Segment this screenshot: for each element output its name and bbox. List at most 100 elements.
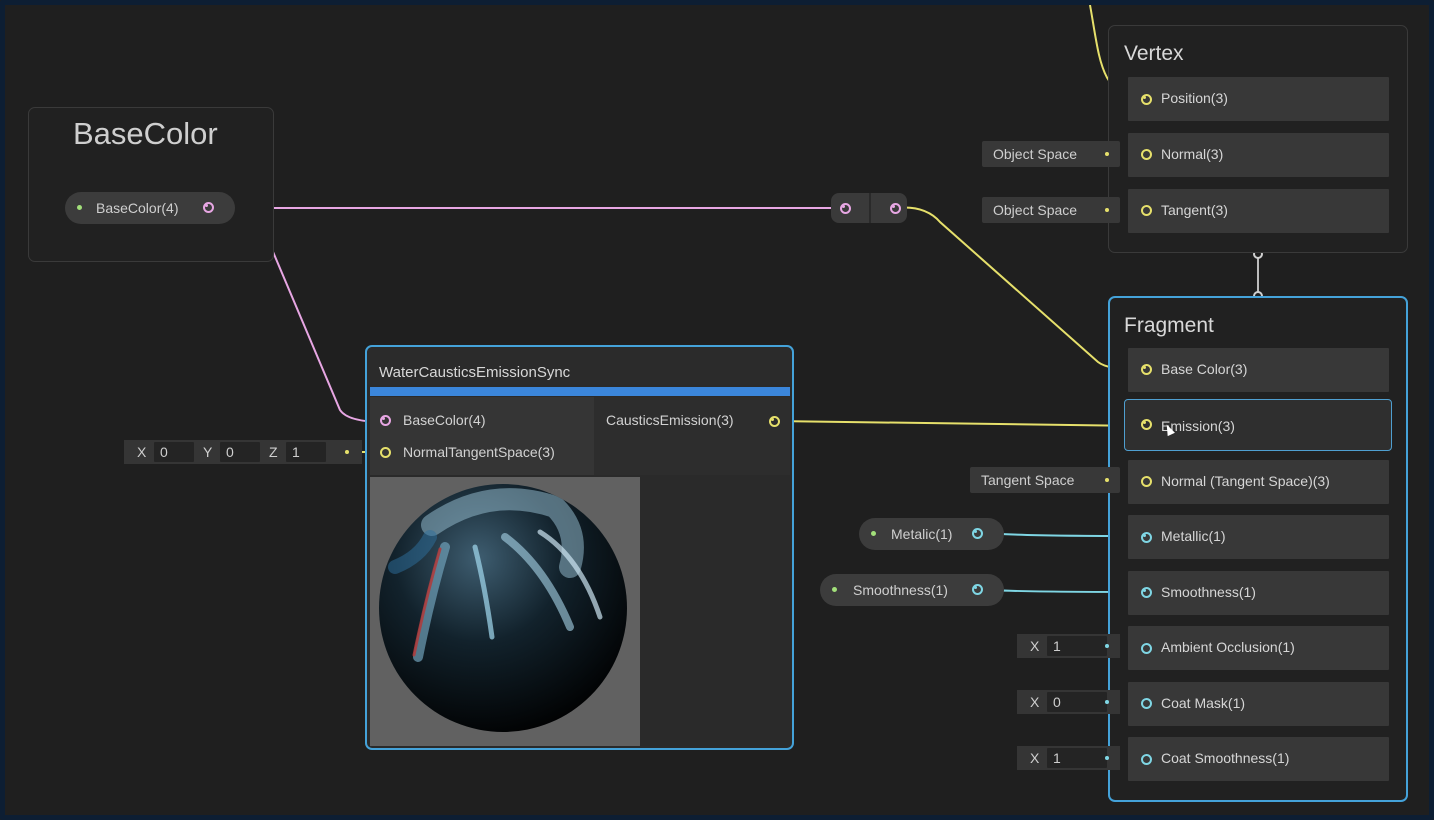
vertex-title: Vertex — [1124, 42, 1184, 65]
ao-value-box[interactable]: 1 — [1047, 636, 1107, 656]
smoothness-property-pill[interactable]: Smoothness(1) — [820, 574, 1004, 606]
vector-field-dot — [345, 450, 349, 454]
water-caustics-title: WaterCausticsEmissionSync — [379, 364, 571, 381]
metallic-property-label: Metalic(1) — [891, 526, 953, 542]
metallic-property-pill[interactable]: Metalic(1) — [859, 518, 1004, 550]
ao-port[interactable] — [1141, 643, 1152, 654]
coatmask-port[interactable] — [1141, 698, 1152, 709]
vector-y-box[interactable]: 0 — [220, 442, 260, 462]
fragment-normal-port[interactable] — [1141, 476, 1152, 487]
coatsmoothness-axis-label: X — [1030, 750, 1040, 766]
tangent-label: Tangent(3) — [1161, 202, 1228, 218]
basecolor-port[interactable] — [1141, 364, 1152, 375]
vector-x-value: 0 — [160, 444, 168, 460]
normal-tangent-space-dropdown[interactable]: Tangent Space — [970, 467, 1120, 493]
vector-x-box[interactable]: 0 — [154, 442, 194, 462]
fragment-slot-coatsmoothness[interactable]: Coat Smoothness(1) — [1128, 737, 1389, 781]
basecolor-input-dot — [77, 205, 82, 210]
normal-space-dot — [1105, 152, 1109, 156]
func-normal-port[interactable] — [380, 447, 391, 458]
ao-value-field[interactable]: X 1 — [1017, 634, 1120, 658]
basecolor-output-label: BaseColor(4) — [96, 200, 179, 216]
vector-y-value: 0 — [226, 444, 234, 460]
metallic-output-port[interactable] — [972, 528, 983, 539]
func-normal-vector-field[interactable]: X 0 Y 0 Z 1 — [124, 440, 362, 464]
tangent-port[interactable] — [1141, 205, 1152, 216]
func-basecolor-port[interactable] — [380, 415, 391, 426]
func-caustics-output-label: CausticsEmission(3) — [606, 412, 734, 428]
basecolor-slot-label: Base Color(3) — [1161, 361, 1248, 377]
ao-axis-label: X — [1030, 638, 1040, 654]
fragment-slot-ao[interactable]: Ambient Occlusion(1) — [1128, 626, 1389, 670]
water-caustics-node[interactable]: WaterCausticsEmissionSync BaseColor(4) N… — [365, 345, 794, 750]
fragment-slot-smoothness[interactable]: Smoothness(1) — [1128, 571, 1389, 615]
fragment-slot-metallic[interactable]: Metallic(1) — [1128, 515, 1389, 559]
coatsmoothness-field-dot — [1105, 756, 1109, 760]
smoothness-output-port[interactable] — [972, 584, 983, 595]
coatsmoothness-label: Coat Smoothness(1) — [1161, 750, 1290, 766]
metallic-port[interactable] — [1141, 532, 1152, 543]
water-caustics-inputs: BaseColor(4) NormalTangentSpace(3) — [370, 397, 594, 475]
tangent-space-label: Object Space — [993, 202, 1078, 218]
water-caustics-color-bar — [370, 387, 790, 396]
vertex-context[interactable]: Vertex Position(3) Normal(3) Tangent(3) — [1108, 25, 1408, 253]
normal-space-dropdown[interactable]: Object Space — [982, 141, 1120, 167]
vector-z-label: Z — [269, 444, 278, 460]
coatsmoothness-port[interactable] — [1141, 754, 1152, 765]
basecolor-node-title: BaseColor — [73, 116, 218, 151]
basecolor-property-node[interactable]: BaseColor — [28, 107, 274, 262]
func-normal-label: NormalTangentSpace(3) — [403, 444, 555, 460]
smoothness-port[interactable] — [1141, 587, 1152, 598]
wire-reroute-basecolor — [895, 206, 1144, 371]
smoothness-slot-label: Smoothness(1) — [1161, 584, 1256, 600]
fragment-context[interactable]: Fragment Base Color(3) Emission(3) Norma… — [1108, 296, 1408, 802]
fragment-normal-label: Normal (Tangent Space)(3) — [1161, 473, 1330, 489]
fragment-slot-coatmask[interactable]: Coat Mask(1) — [1128, 682, 1389, 726]
tangent-space-dropdown-label: Tangent Space — [981, 472, 1075, 488]
coatsmoothness-value-field[interactable]: X 1 — [1017, 746, 1120, 770]
func-basecolor-label: BaseColor(4) — [403, 412, 486, 428]
basecolor-output-port[interactable] — [203, 202, 214, 213]
smoothness-input-dot — [832, 587, 837, 592]
ao-field-dot — [1105, 644, 1109, 648]
position-port[interactable] — [1141, 94, 1152, 105]
fragment-title: Fragment — [1124, 314, 1214, 337]
smoothness-property-label: Smoothness(1) — [853, 582, 948, 598]
coatmask-field-dot — [1105, 700, 1109, 704]
coatmask-value: 0 — [1053, 694, 1061, 710]
tangent-space-dropdown[interactable]: Object Space — [982, 197, 1120, 223]
vector-z-value: 1 — [292, 444, 300, 460]
vertex-slot-position[interactable]: Position(3) — [1128, 77, 1389, 121]
reroute-divider — [869, 193, 871, 223]
vertex-slot-tangent[interactable]: Tangent(3) — [1128, 189, 1389, 233]
emission-port[interactable] — [1141, 419, 1152, 430]
fragment-slot-emission[interactable]: Emission(3) — [1124, 399, 1392, 451]
coatmask-label: Coat Mask(1) — [1161, 695, 1246, 711]
coatsmoothness-value-box[interactable]: 1 — [1047, 748, 1107, 768]
normal-label: Normal(3) — [1161, 146, 1224, 162]
vertex-slot-normal[interactable]: Normal(3) — [1128, 133, 1389, 177]
position-label: Position(3) — [1161, 90, 1228, 106]
fragment-slot-basecolor[interactable]: Base Color(3) — [1128, 348, 1389, 392]
reroute-output-port[interactable] — [890, 203, 901, 214]
metallic-slot-label: Metallic(1) — [1161, 528, 1226, 544]
normal-space-label: Object Space — [993, 146, 1078, 162]
coatmask-value-box[interactable]: 0 — [1047, 692, 1107, 712]
coatmask-axis-label: X — [1030, 694, 1040, 710]
vector-z-box[interactable]: 1 — [286, 442, 326, 462]
basecolor-output-pill[interactable]: BaseColor(4) — [65, 192, 235, 224]
reroute-node[interactable] — [831, 193, 907, 223]
reroute-input-port[interactable] — [840, 203, 851, 214]
vector-x-label: X — [137, 444, 147, 460]
func-caustics-output-port[interactable] — [769, 416, 780, 427]
metallic-input-dot — [871, 531, 876, 536]
ao-value: 1 — [1053, 638, 1061, 654]
water-caustics-header[interactable]: WaterCausticsEmissionSync — [367, 347, 791, 385]
fragment-slot-normal[interactable]: Normal (Tangent Space)(3) — [1128, 460, 1389, 504]
ao-label: Ambient Occlusion(1) — [1161, 639, 1295, 655]
normal-port[interactable] — [1141, 149, 1152, 160]
wire-emission — [773, 420, 1144, 427]
preview-sphere — [379, 484, 627, 732]
water-caustics-preview — [370, 477, 640, 746]
coatmask-value-field[interactable]: X 0 — [1017, 690, 1120, 714]
